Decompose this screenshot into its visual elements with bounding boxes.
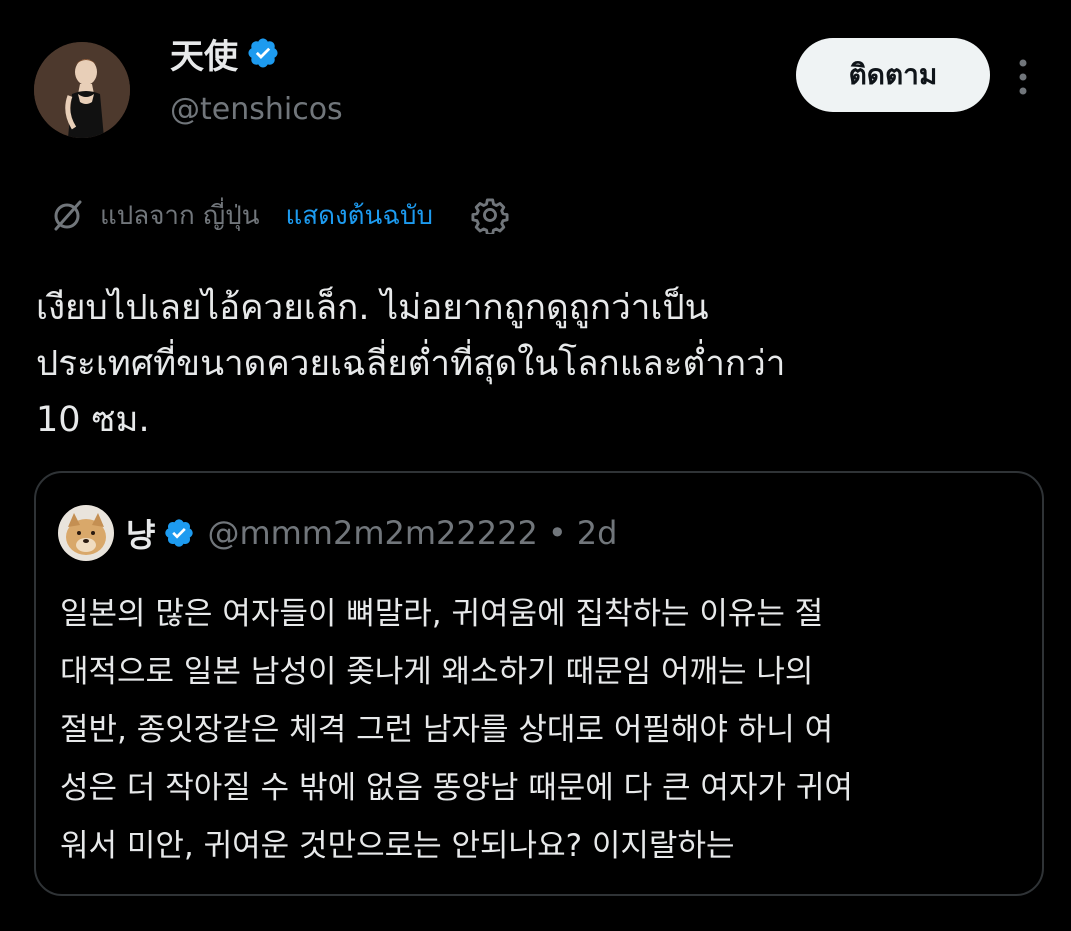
- more-vertical-icon[interactable]: [1012, 55, 1034, 99]
- translated-from-label: แปลจาก ญี่ปุ่น: [100, 200, 260, 231]
- quoted-tweet-text: 일본의 많은 여자들이 뼈말라, 귀여움에 집착하는 이유는 절 대적으로 일본…: [60, 596, 853, 864]
- translate-icon: [50, 197, 86, 233]
- author-name-row[interactable]: 天使: [170, 28, 280, 78]
- quoted-author-name[interactable]: 냥: [126, 510, 155, 556]
- translation-bar: แปลจาก ญี่ปุ่น แสดงต้นฉบับ: [50, 192, 509, 238]
- author-handle[interactable]: @tenshicos: [170, 92, 343, 127]
- gear-icon[interactable]: [471, 196, 509, 236]
- quoted-tweet-header: 냥 @mmm2m2m22222 • 2d: [58, 503, 617, 563]
- quoted-author-avatar[interactable]: [58, 505, 114, 561]
- tweet-text: เงียบไปเลยไอ้ควยเล็ก. ไม่อยากถูกดูถูกว่า…: [36, 288, 786, 440]
- show-original-link[interactable]: แสดงต้นฉบับ: [285, 195, 433, 236]
- verified-badge-icon: [246, 36, 280, 70]
- quoted-tweet-timestamp[interactable]: 2d: [577, 514, 618, 552]
- verified-badge-icon: [163, 517, 195, 549]
- quoted-author-handle[interactable]: @mmm2m2m22222: [207, 514, 537, 552]
- follow-button[interactable]: ติดตาม: [796, 38, 990, 112]
- author-avatar[interactable]: [34, 42, 130, 138]
- separator-dot: •: [547, 514, 567, 552]
- quoted-tweet-card[interactable]: 냥 @mmm2m2m22222 • 2d 일본의 많은 여자들이 뼈말라, 귀여…: [34, 471, 1044, 896]
- author-display-name[interactable]: 天使: [170, 29, 238, 78]
